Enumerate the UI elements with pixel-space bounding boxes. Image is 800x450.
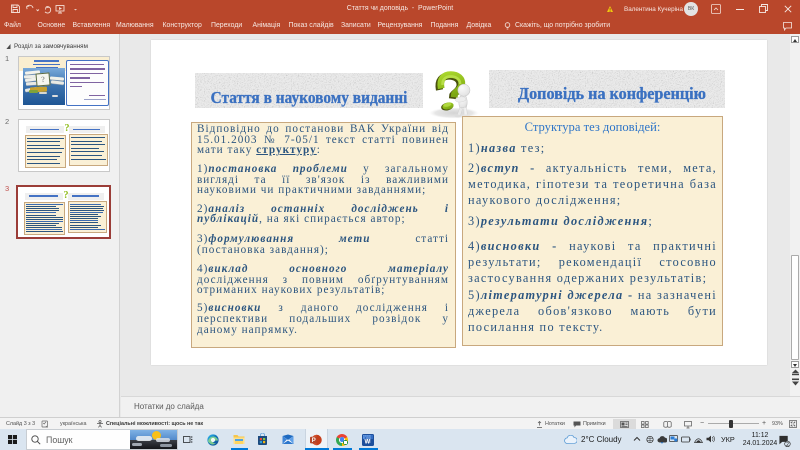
svg-text:P: P — [312, 438, 316, 444]
svg-text:2: 2 — [786, 441, 789, 446]
svg-text:W: W — [365, 439, 371, 445]
